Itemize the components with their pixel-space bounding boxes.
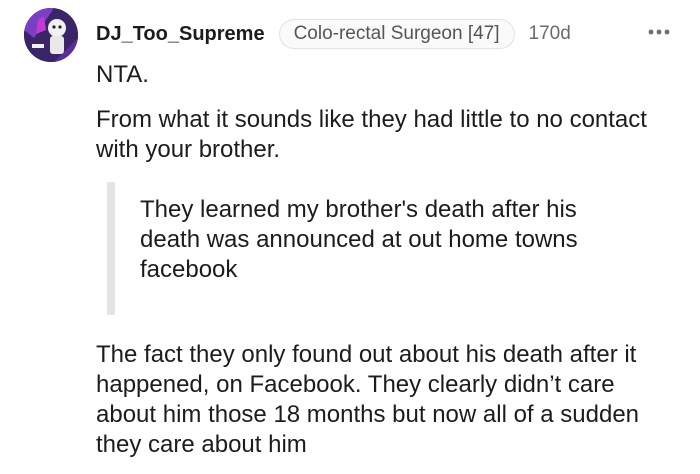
comment-timestamp: 170d <box>528 23 571 44</box>
more-options-icon[interactable] <box>644 20 674 44</box>
username-link[interactable]: DJ_Too_Supreme <box>96 23 265 46</box>
comment: DJ_Too_Supreme Colo-rectal Surgeon [47] … <box>0 0 700 474</box>
comment-paragraph: The fact they only found out about his d… <box>96 341 640 458</box>
comment-paragraph: NTA. <box>96 61 149 88</box>
user-flair-badge: Colo-rectal Surgeon [47] <box>278 19 515 49</box>
user-avatar-icon[interactable] <box>24 8 78 62</box>
comment-header: DJ_Too_Supreme Colo-rectal Surgeon [47] … <box>96 18 571 50</box>
blockquote-text: They learned my brother's death after hi… <box>140 196 578 283</box>
comment-paragraph: From what it sounds like they had little… <box>96 106 647 163</box>
blockquote-bar <box>107 182 115 315</box>
